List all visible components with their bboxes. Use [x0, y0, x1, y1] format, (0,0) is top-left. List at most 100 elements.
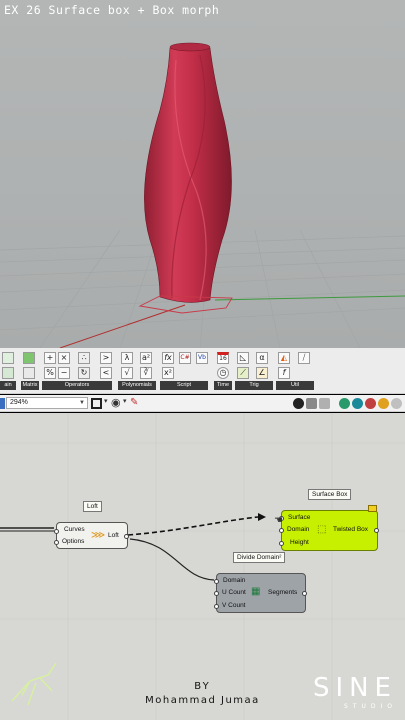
wire-arrowhead: [258, 513, 266, 521]
sketch-icon[interactable]: ✎: [130, 397, 138, 409]
studio-logo: SINE STUDIO: [313, 673, 397, 710]
clock-icon[interactable]: ◷: [217, 367, 229, 379]
canvas-toolbar: 294% ▼ ▾ ◉ ▾ ✎: [0, 395, 405, 412]
surface-box-component[interactable]: Surface Domain Height ⬚ Twisted Box: [279, 505, 379, 551]
vb-button[interactable]: Vb: [196, 352, 208, 364]
a2-button[interactable]: a²: [140, 352, 152, 364]
matrix-icon[interactable]: [23, 367, 35, 379]
fx-button[interactable]: fx: [162, 352, 174, 364]
ribbon-label-util: Util: [276, 381, 314, 390]
loft-icon: ⋙: [91, 530, 106, 541]
cube-root-icon[interactable]: ∛: [140, 367, 152, 379]
trig-angle-icon[interactable]: ∠: [256, 367, 268, 379]
green-display-icon[interactable]: [339, 398, 350, 409]
loft-to-domain-wire: [129, 538, 215, 581]
loft-component[interactable]: Curves Options ⋙ Loft: [54, 522, 129, 549]
lt-button[interactable]: <: [100, 367, 112, 379]
bell-curve-icon[interactable]: ◭: [278, 352, 290, 364]
component-ribbon: ain Matrix + × ∴ > % − ↻ < Operators λ a…: [0, 348, 405, 394]
ribbon-group-main: ain: [0, 350, 18, 392]
f-button[interactable]: f: [278, 367, 290, 379]
segments-output-port[interactable]: [302, 591, 307, 596]
options-input-port[interactable]: [54, 540, 59, 545]
ribbon-label-trig: Trig: [235, 381, 273, 390]
curves-input-port[interactable]: [54, 529, 59, 534]
csharp-button[interactable]: C#: [179, 352, 191, 364]
preview-wire-icon[interactable]: [306, 398, 317, 409]
eye-icon[interactable]: ◉: [111, 396, 121, 410]
preview-shaded-icon[interactable]: [319, 398, 330, 409]
trig-graph-icon[interactable]: ⟋: [237, 367, 249, 379]
options-input-label: Options: [62, 538, 85, 545]
dashed-wire: [127, 516, 259, 536]
gt-button[interactable]: >: [100, 352, 112, 364]
surface-input-label: Surface: [288, 514, 311, 521]
domain-input-label: Domain: [287, 526, 310, 533]
divide-domain-component[interactable]: Domain U Count V Count ▦ Segments: [214, 573, 307, 613]
hand-cursor-icon: ☚: [274, 515, 283, 526]
ribbon-label-polynomials: Polynomials: [118, 381, 156, 390]
main-icon-2[interactable]: [2, 367, 14, 379]
domain-input-port[interactable]: [214, 579, 219, 584]
domain-input-port[interactable]: [279, 528, 284, 533]
plus-button[interactable]: +: [44, 352, 56, 364]
zoom-dropdown[interactable]: 294% ▼: [6, 397, 88, 409]
ribbon-label-main: ain: [0, 381, 16, 390]
ribbon-group-script: fx C# Vb x² Script: [160, 350, 210, 392]
segments-output-label: Segments: [268, 589, 298, 596]
curves-input-label: Curves: [64, 526, 85, 533]
warning-flag-icon: [368, 505, 377, 512]
sqrt-button[interactable]: √: [121, 367, 133, 379]
percent-button[interactable]: %: [44, 367, 56, 379]
height-input-port[interactable]: [279, 541, 284, 546]
lambda-icon[interactable]: λ: [121, 352, 133, 364]
rhino-viewport[interactable]: EX 26 Surface box + Box morph: [0, 0, 405, 348]
save-icon[interactable]: [0, 398, 5, 409]
twisted-box-output-port[interactable]: [374, 528, 379, 533]
surface-box-tag: Surface Box: [308, 489, 352, 500]
x2-button[interactable]: x²: [162, 367, 174, 379]
domain-input-label: Domain: [223, 577, 246, 584]
zoom-extents-icon[interactable]: [91, 398, 102, 409]
teal-display-icon[interactable]: [352, 398, 363, 409]
ribbon-group-util: ◭ ⧸ f Util: [276, 350, 314, 392]
chevron-down-icon[interactable]: ▾: [123, 397, 127, 405]
alpha-button[interactable]: α: [256, 352, 268, 364]
red-display-icon[interactable]: [365, 398, 376, 409]
twisted-box-icon: ⬚: [317, 524, 327, 535]
yellow-display-icon[interactable]: [378, 398, 389, 409]
loft-tag: Loft: [83, 501, 102, 512]
preview-off-icon[interactable]: [293, 398, 304, 409]
u-count-input-port[interactable]: [214, 591, 219, 596]
calendar-button[interactable]: 16: [217, 352, 229, 364]
u-count-input-label: U Count: [222, 589, 246, 596]
triangle-icon[interactable]: ◺: [237, 352, 249, 364]
video-title: EX 26 Surface box + Box morph: [4, 3, 220, 17]
loft-output-label: Loft: [108, 532, 119, 539]
studio-logo-name: SINE: [312, 673, 397, 703]
minus-button[interactable]: −: [58, 367, 70, 379]
divide-grid-icon: ▦: [251, 586, 261, 597]
zoom-value: 294%: [10, 399, 28, 406]
cycle-icon[interactable]: ↻: [78, 367, 90, 379]
chevron-down-icon: ▼: [79, 400, 85, 406]
main-icon-1[interactable]: [2, 352, 14, 364]
ribbon-group-matrix: Matrix: [20, 350, 40, 392]
loft-output-port[interactable]: [124, 534, 129, 539]
gray-sphere-icon[interactable]: [391, 398, 402, 409]
matrix-grid-icon[interactable]: [23, 352, 35, 364]
v-count-input-label: V Count: [222, 602, 246, 609]
ribbon-group-polynomials: λ a² √ ∛ Polynomials: [118, 350, 156, 392]
grasshopper-canvas[interactable]: Loft Curves Options ⋙ Loft Surface Box S…: [0, 413, 405, 720]
scatter-icon[interactable]: ∴: [78, 352, 90, 364]
graph-icon[interactable]: ⧸: [298, 352, 310, 364]
ribbon-group-trig: ◺ α ⟋ ∠ Trig: [235, 350, 273, 392]
ribbon-label-operators: Operators: [42, 381, 112, 390]
times-button[interactable]: ×: [58, 352, 70, 364]
studio-logo-sub: STUDIO: [344, 703, 397, 710]
v-count-input-port[interactable]: [214, 604, 219, 609]
height-input-label: Height: [290, 539, 309, 546]
chevron-down-icon[interactable]: ▾: [104, 397, 108, 405]
ribbon-label-script: Script: [160, 381, 208, 390]
ribbon-group-operators: + × ∴ > % − ↻ < Operators: [42, 350, 114, 392]
